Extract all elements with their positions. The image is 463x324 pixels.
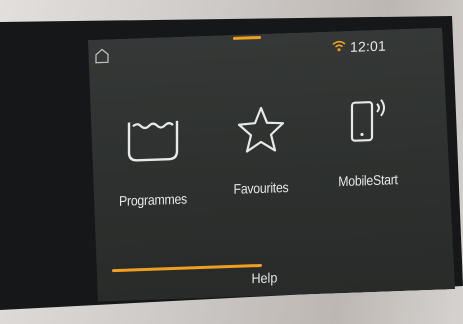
help-button[interactable]: Help <box>98 248 441 296</box>
star-icon <box>233 101 289 159</box>
wifi-icon <box>332 39 346 53</box>
home-icon[interactable] <box>94 47 110 64</box>
help-label: Help <box>251 269 278 287</box>
page-indicator <box>233 36 261 40</box>
favourites-button[interactable]: Favourites <box>206 92 316 216</box>
programmes-button[interactable]: Programmes <box>98 96 208 220</box>
clock-time: 12:01 <box>350 37 387 55</box>
favourites-label: Favourites <box>233 179 289 197</box>
programmes-label: Programmes <box>119 190 187 209</box>
touch-display: 12:01 Programmes Favourites MobileStart <box>88 27 455 302</box>
mobilestart-label: MobileStart <box>338 171 398 190</box>
appliance-scene: 12:01 Programmes Favourites MobileStart <box>0 0 463 324</box>
mobilestart-button[interactable]: MobileStart <box>313 88 423 212</box>
help-progress-bar <box>112 264 262 272</box>
phone-signal-icon <box>340 91 396 153</box>
basin-icon <box>121 109 185 167</box>
